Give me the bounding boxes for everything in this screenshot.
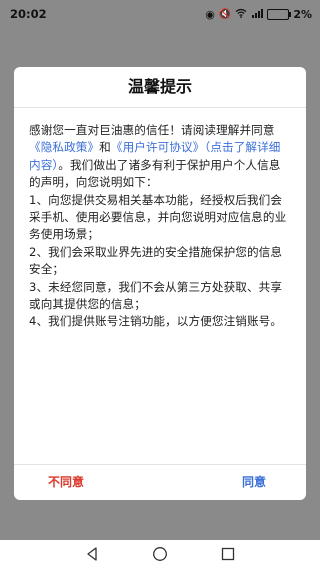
- mute-icon: 🔇: [218, 9, 232, 20]
- status-bar: 20:02 ◉ 🔇 2%: [0, 0, 320, 30]
- status-icons: ◉ 🔇 2%: [205, 8, 312, 21]
- disagree-button[interactable]: 不同意: [42, 464, 90, 500]
- home-icon[interactable]: [152, 546, 168, 562]
- back-icon[interactable]: [84, 546, 100, 562]
- intro-text: 感谢您一直对巨油惠的信任！请阅读理解并同意: [29, 123, 275, 137]
- list-item: 4、我们提供账号注销功能，以方便您注销账号。: [29, 314, 283, 329]
- and-text: 和: [99, 140, 111, 155]
- agree-button[interactable]: 同意: [236, 464, 272, 500]
- list-item: 3、未经您同意，我们不会从第三方处获取、共享或向其提供您的信息；: [29, 279, 283, 312]
- dialog-body: 感谢您一直对巨油惠的信任！请阅读理解并同意《隐私政策》和《用户许可协议》（点击了…: [29, 122, 291, 331]
- dialog-footer: 不同意 同意: [14, 464, 306, 500]
- recent-apps-icon[interactable]: [220, 546, 236, 562]
- intro-paragraph: 感谢您一直对巨油惠的信任！请阅读理解并同意《隐私政策》和《用户许可协议》（点击了…: [29, 122, 291, 192]
- privacy-dialog: 温馨提示 感谢您一直对巨油惠的信任！请阅读理解并同意《隐私政策》和《用户许可协议…: [14, 67, 306, 500]
- eye-icon: ◉: [205, 8, 215, 21]
- user-license-link[interactable]: 《用户许可协议》: [111, 140, 205, 154]
- navigation-bar: [0, 540, 320, 569]
- intro-rest-text: 。我们做出了诸多有利于保护用户个人信息的声明，向您说明如下：: [29, 157, 281, 190]
- dialog-title: 温馨提示: [127, 77, 192, 96]
- list-item: 1、向您提供交易相关基本功能，经授权后我们会采手机、使用必要信息，并向您说明对应…: [29, 192, 287, 242]
- signal-4g-icon: [251, 8, 264, 21]
- privacy-policy-link[interactable]: 《隐私政策》: [29, 140, 99, 154]
- list-item: 2、我们会采取业界先进的安全措施保护您的信息安全；: [29, 244, 283, 277]
- battery-percent: 2%: [293, 8, 312, 21]
- status-time: 20:02: [10, 7, 47, 21]
- title-divider: [14, 107, 306, 108]
- battery-icon: [267, 9, 292, 20]
- wifi-icon: [235, 8, 247, 21]
